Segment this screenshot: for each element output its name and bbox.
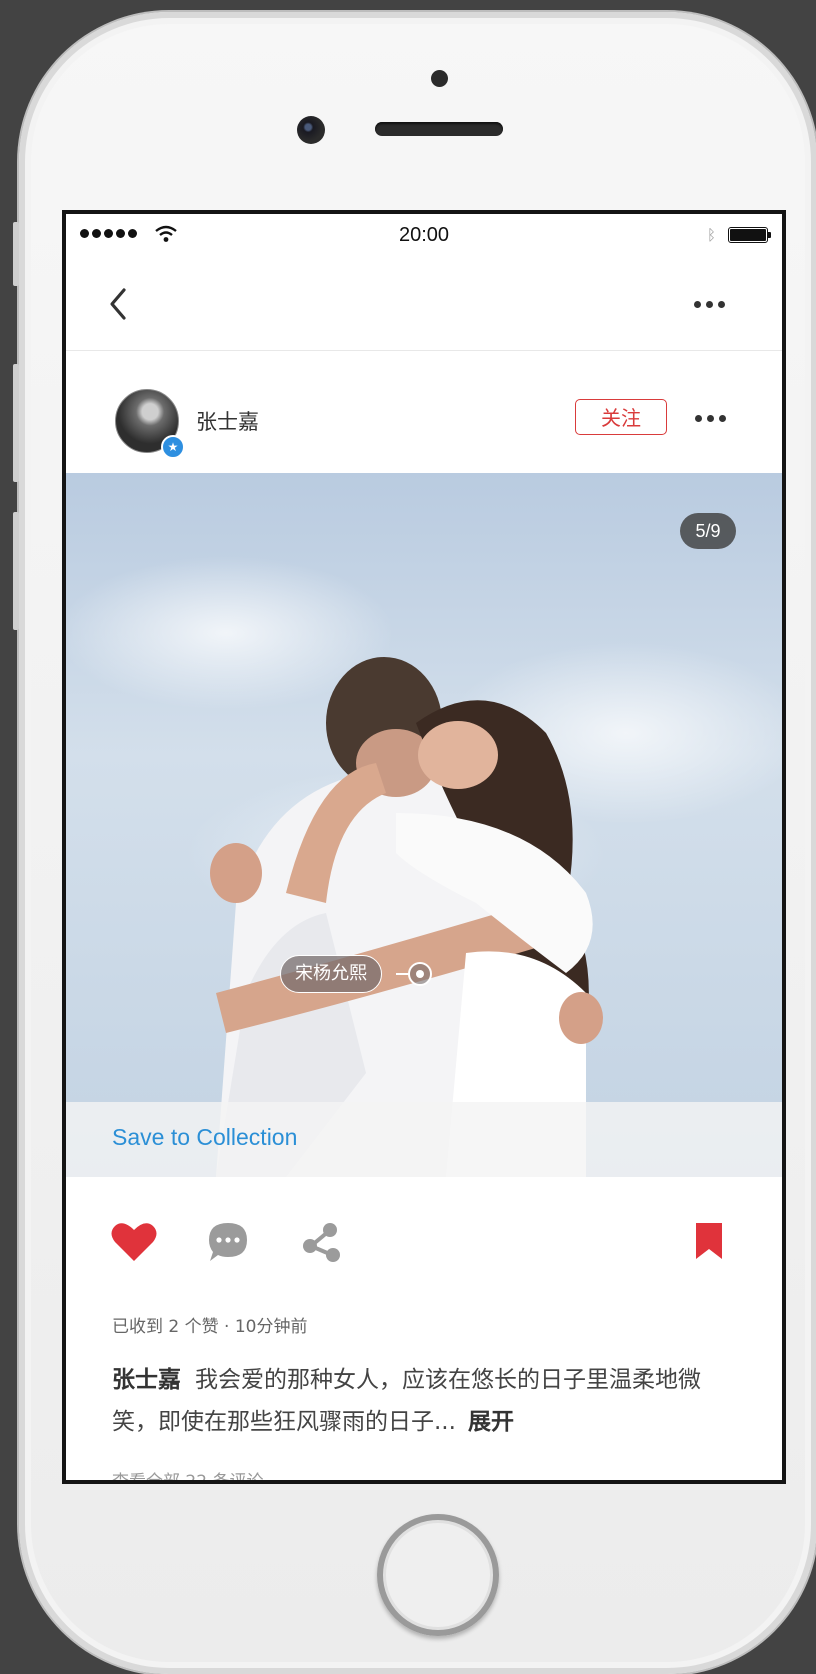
comment-icon[interactable] (206, 1221, 250, 1263)
view-comments-link[interactable]: 查看全部 22 条评论 (112, 1467, 263, 1480)
expand-button[interactable]: 展开 (468, 1409, 514, 1435)
front-camera (297, 116, 325, 144)
likes-meta[interactable]: 已收到 2 个赞 · 10分钟前 (112, 1312, 307, 1337)
status-bar: 20:00 ᛒ (66, 214, 782, 258)
heart-icon[interactable] (110, 1221, 158, 1263)
bluetooth-icon: ᛒ (706, 226, 716, 244)
clock: 20:00 (398, 224, 450, 246)
tag-anchor-icon (408, 962, 432, 986)
save-to-collection-link[interactable]: Save to Collection (112, 1124, 297, 1151)
post-photo[interactable]: 5/9 宋杨允熙 Save to Collection (66, 473, 782, 1177)
caption-author[interactable]: 张士嘉 (112, 1367, 181, 1393)
mute-switch (13, 222, 19, 286)
battery-icon (728, 227, 771, 243)
post-actions: 已收到 2 个赞 · 10分钟前 张士嘉 我会爱的那种女人，应该在悠长的日子里温柔… (66, 1177, 782, 1480)
post-caption: 张士嘉 我会爱的那种女人，应该在悠长的日子里温柔地微笑，即使在那些狂风骤雨的日子.… (112, 1359, 736, 1443)
more-icon[interactable] (695, 415, 726, 422)
more-icon[interactable] (694, 301, 725, 308)
verified-badge-icon: ★ (161, 435, 185, 459)
top-navigation (66, 258, 782, 351)
proximity-sensor (431, 70, 448, 87)
follow-button[interactable]: 关注 (575, 399, 667, 435)
chevron-left-icon[interactable] (104, 284, 134, 324)
home-button[interactable] (377, 1514, 499, 1636)
caption-text: 我会爱的那种女人，应该在悠长的日子里温柔地微笑，即使在那些狂风骤雨的日子... (112, 1367, 701, 1435)
share-icon[interactable] (302, 1221, 344, 1263)
author-header: ★ 张士嘉 关注 (66, 351, 782, 482)
phone-screen: 20:00 ᛒ ★ 张士嘉 关注 5/9 宋杨允熙 Save to Collec… (62, 210, 786, 1484)
save-to-collection-bar[interactable]: Save to Collection (66, 1102, 782, 1177)
image-counter: 5/9 (680, 513, 736, 549)
person-tag[interactable]: 宋杨允熙 (280, 955, 382, 993)
author-name[interactable]: 张士嘉 (196, 406, 259, 436)
earpiece-speaker (375, 122, 503, 136)
volume-up-button (13, 364, 19, 482)
couple-hugging-image (210, 657, 603, 1177)
bookmark-icon[interactable] (694, 1221, 724, 1261)
volume-down-button (13, 512, 19, 630)
